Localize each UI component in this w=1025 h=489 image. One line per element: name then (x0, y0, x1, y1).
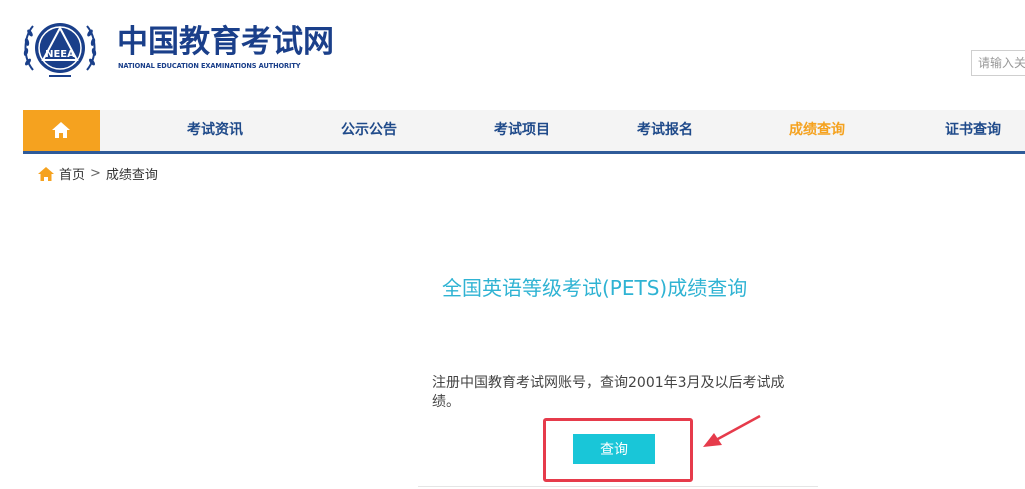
nav-home-button[interactable] (23, 110, 100, 151)
nav-item-announcements[interactable]: 公示公告 (341, 110, 397, 151)
breadcrumb: 首页 > 成绩查询 (38, 164, 158, 183)
breadcrumb-current: 成绩查询 (105, 168, 158, 183)
nav-item-score-query[interactable]: 成绩查询 (789, 110, 845, 151)
query-button[interactable]: 查询 (573, 434, 655, 464)
svg-text:NEEA: NEEA (45, 49, 75, 60)
nav-item-exam-news[interactable]: 考试资讯 (187, 110, 243, 151)
divider (418, 486, 818, 487)
home-icon (52, 122, 70, 138)
neea-logo-emblem-icon: NEEA (23, 23, 97, 77)
page: NEEA 中国教育考试网 NATIONAL EDUCATION EXAMINAT… (0, 0, 1025, 489)
breadcrumb-home-link[interactable]: 首页 (59, 164, 85, 183)
nav-item-exam-registration[interactable]: 考试报名 (637, 110, 693, 151)
site-logo-subtitle: NATIONAL EDUCATION EXAMINATIONS AUTHORIT… (118, 62, 301, 70)
site-logo-title[interactable]: 中国教育考试网 (117, 25, 334, 59)
search-input[interactable]: 请输入关键字 (971, 50, 1025, 76)
query-description: 注册中国教育考试网账号，查询2001年3月及以后考试成绩。 (432, 375, 785, 410)
nav-item-certificate-query[interactable]: 证书查询 (945, 110, 1001, 151)
annotation-arrow-icon (703, 414, 761, 447)
breadcrumb-separator: > (90, 166, 101, 181)
page-title: 全国英语等级考试(PETS)成绩查询 (442, 276, 748, 300)
nav-item-exam-projects[interactable]: 考试项目 (494, 110, 550, 151)
main-nav: 考试资讯 公示公告 考试项目 考试报名 成绩查询 证书查询 (23, 110, 1025, 154)
home-icon (38, 166, 54, 181)
